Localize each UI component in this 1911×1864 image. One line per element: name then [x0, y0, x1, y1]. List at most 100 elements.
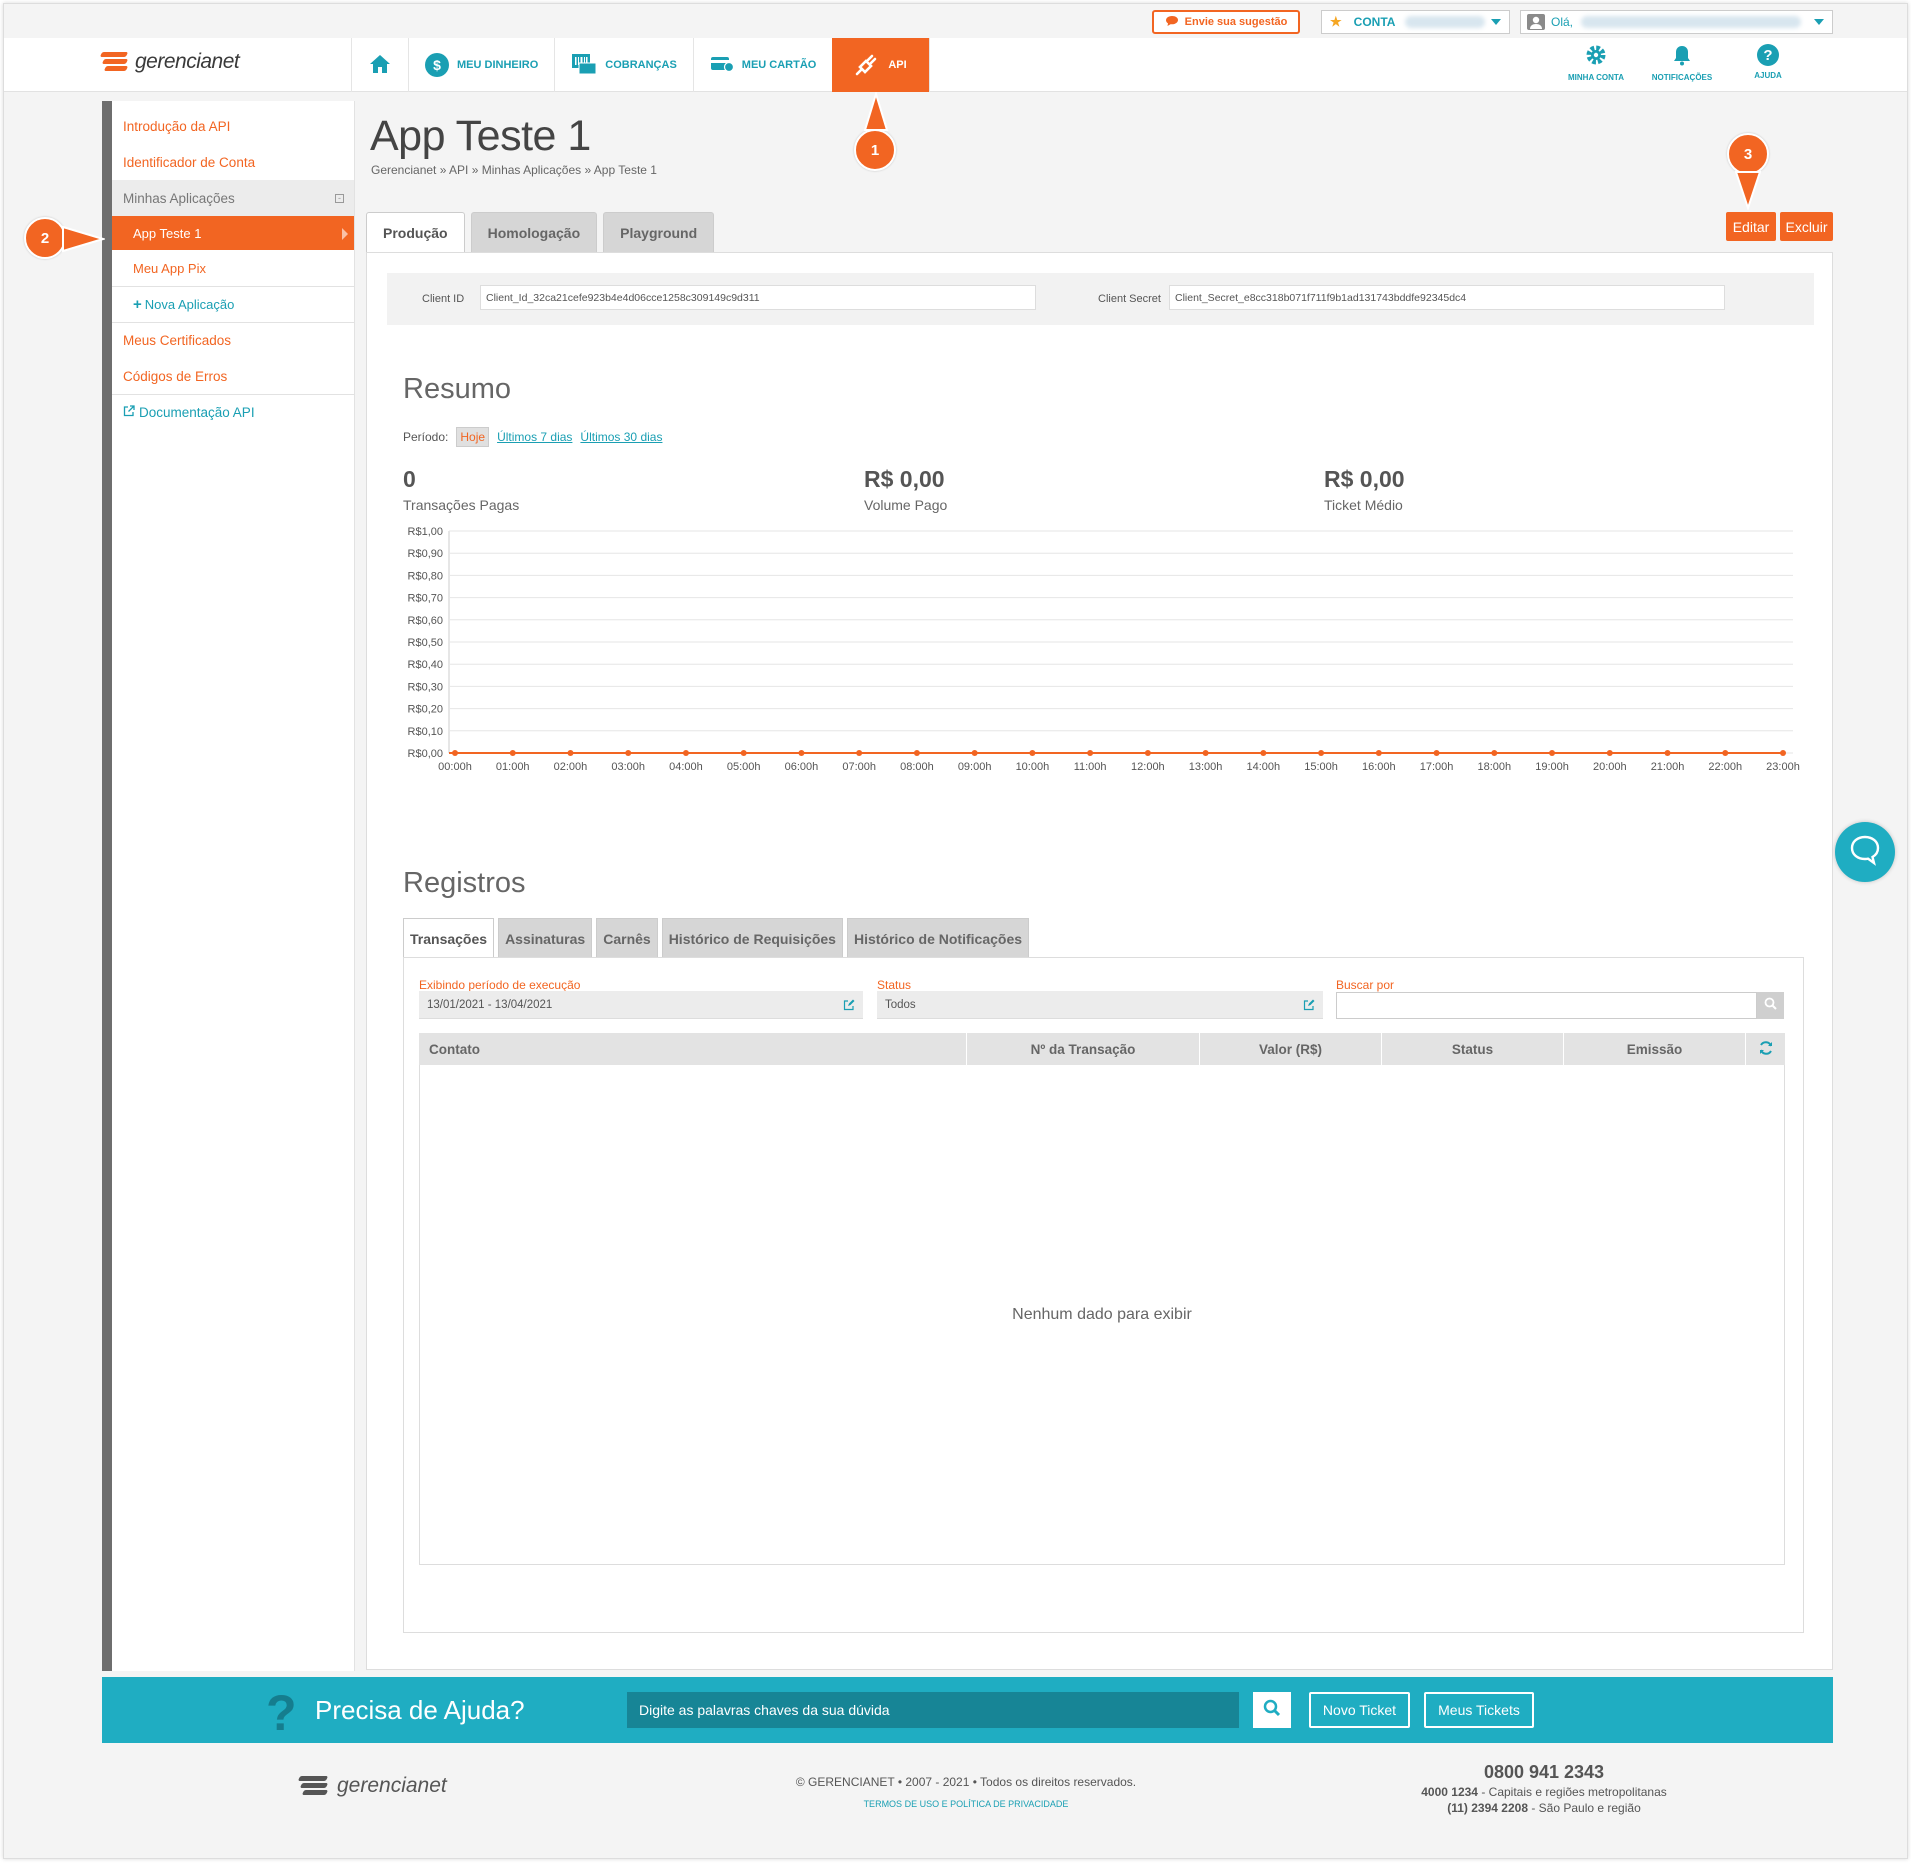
delete-button[interactable]: Excluir — [1780, 212, 1833, 241]
nav-notificacoes[interactable]: NOTIFICAÇÕES — [1652, 44, 1712, 82]
copyright: © GERENCIANET • 2007 - 2021 • Todos os d… — [795, 1775, 1137, 1789]
column-numero-transacao[interactable]: Nº da Transação — [967, 1033, 1200, 1065]
data-point — [1722, 750, 1729, 756]
sidebar-item-identificador[interactable]: Identificador de Conta — [112, 144, 354, 180]
gerencianet-logo[interactable]: gerencianet — [99, 50, 240, 74]
x-tick-label: 17:00h — [1420, 761, 1454, 773]
greeting-label: Olá, — [1551, 15, 1574, 29]
nav-minha-conta[interactable]: MINHA CONTA — [1567, 44, 1625, 82]
step-marker-1: 1 — [854, 129, 896, 171]
logo-mark-icon — [297, 1774, 331, 1798]
chevron-down-icon — [1491, 19, 1501, 25]
my-tickets-button[interactable]: Meus Tickets — [1424, 1692, 1534, 1728]
nav-api[interactable]: API — [832, 38, 930, 92]
sidebar-group-minhas-aplicacoes[interactable]: Minhas Aplicações - — [112, 180, 354, 216]
y-tick-label: R$0,90 — [408, 548, 443, 560]
sidebar-accent — [102, 101, 112, 1671]
chat-icon — [1165, 15, 1179, 30]
x-tick-label: 13:00h — [1189, 761, 1223, 773]
data-point — [856, 750, 863, 756]
suggestion-button[interactable]: Envie sua sugestão — [1152, 10, 1300, 34]
search-button[interactable] — [1757, 992, 1784, 1019]
period-filter-value: 13/01/2021 - 13/04/2021 — [427, 998, 553, 1011]
period-filter-field[interactable]: 13/01/2021 - 13/04/2021 — [419, 991, 863, 1019]
user-menu[interactable]: Olá, — [1520, 10, 1833, 34]
account-label: CONTA — [1353, 15, 1396, 29]
sidebar-item-label: Códigos de Erros — [123, 368, 228, 384]
nav-meu-cartao[interactable]: MEU CARTÃO — [692, 38, 833, 92]
client-id-field[interactable]: Client_Id_32ca21cefe923b4e4d06cce1258c30… — [480, 285, 1036, 310]
y-tick-label: R$0,70 — [408, 593, 443, 605]
column-status[interactable]: Status — [1382, 1033, 1564, 1065]
data-point — [1260, 750, 1267, 756]
chat-widget-button[interactable] — [1835, 822, 1895, 882]
right-nav: MINHA CONTA NOTIFICAÇÕES ? AJUDA — [1567, 44, 1797, 82]
period-label: Período: — [403, 430, 449, 444]
account-name-redacted — [1405, 16, 1486, 28]
period-filter-label: Exibindo período de execução — [419, 978, 581, 992]
sidebar-item-introducao[interactable]: Introdução da API — [112, 108, 354, 144]
sidebar-item-meu-app-pix[interactable]: Meu App Pix — [112, 250, 354, 286]
help-search-input[interactable]: Digite as palavras chaves da sua dúvida — [627, 1692, 1239, 1728]
account-select[interactable]: ★ CONTA — [1321, 10, 1510, 34]
transactions-table-body: Nenhum dado para exibir — [419, 1065, 1785, 1565]
x-tick-label: 19:00h — [1535, 761, 1569, 773]
x-tick-label: 18:00h — [1477, 761, 1511, 773]
nav-label: AJUDA — [1754, 71, 1782, 80]
tab-producao[interactable]: Produção — [366, 212, 465, 253]
logo-text: gerencianet — [135, 50, 240, 73]
sidebar-item-app-teste-1[interactable]: App Teste 1 — [112, 216, 354, 250]
tab-assinaturas[interactable]: Assinaturas — [498, 918, 593, 958]
external-link-icon — [123, 405, 135, 420]
help-icon: ? — [1757, 44, 1779, 66]
help-search-button[interactable] — [1253, 1692, 1291, 1728]
sidebar-item-certificados[interactable]: Meus Certificados — [112, 322, 354, 358]
page-title: App Teste 1 — [370, 112, 591, 160]
nav-meu-dinheiro[interactable]: $ MEU DINHEIRO — [408, 38, 554, 92]
refresh-button[interactable] — [1746, 1033, 1785, 1065]
x-tick-label: 08:00h — [900, 761, 934, 773]
production-panel: Client ID Client_Id_32ca21cefe923b4e4d06… — [366, 252, 1833, 1670]
tab-historico-notificacoes[interactable]: Histórico de Notificações — [846, 918, 1030, 958]
sidebar-item-nova-aplicacao[interactable]: + Nova Aplicação — [112, 286, 354, 322]
tab-carnes[interactable]: Carnês — [596, 918, 658, 958]
edit-icon[interactable] — [1303, 999, 1315, 1014]
plug-icon — [854, 51, 880, 80]
data-point — [1202, 750, 1209, 756]
y-tick-label: R$0,30 — [408, 681, 443, 693]
terms-link[interactable]: TERMOS DE USO E POLÍTICA DE PRIVACIDADE — [701, 1799, 1231, 1809]
search-input[interactable] — [1336, 992, 1757, 1019]
edit-icon[interactable] — [843, 999, 855, 1014]
period-7-days[interactable]: Últimos 7 dias — [497, 430, 572, 444]
x-tick-label: 04:00h — [669, 761, 703, 773]
collapse-icon[interactable]: - — [335, 193, 344, 203]
column-contato[interactable]: Contato — [419, 1033, 967, 1065]
period-today[interactable]: Hoje — [456, 427, 490, 447]
phone-main: 0800 941 2343 — [1483, 1762, 1605, 1782]
status-filter-field[interactable]: Todos — [877, 991, 1323, 1019]
bell-icon — [1671, 44, 1693, 68]
nav-ajuda[interactable]: ? AJUDA — [1739, 44, 1797, 82]
footer-logo[interactable]: gerencianet — [297, 1774, 447, 1798]
tab-historico-requisicoes[interactable]: Histórico de Requisições — [661, 918, 843, 958]
tab-playground[interactable]: Playground — [603, 212, 715, 252]
nav-cobrancas[interactable]: COBRANÇAS — [554, 38, 693, 92]
sidebar-item-documentacao[interactable]: Documentação API — [112, 394, 354, 430]
tab-homologacao[interactable]: Homologação — [470, 212, 598, 252]
nav-label: MINHA CONTA — [1568, 73, 1624, 82]
column-emissao[interactable]: Emissão — [1564, 1033, 1746, 1065]
tab-transacoes[interactable]: Transações — [403, 918, 495, 959]
edit-button[interactable]: Editar — [1726, 212, 1776, 241]
new-ticket-button[interactable]: Novo Ticket — [1309, 1692, 1410, 1728]
question-icon: ? — [266, 1685, 297, 1741]
breadcrumb[interactable]: Gerencianet » API » Minhas Aplicações » … — [371, 163, 657, 177]
period-30-days[interactable]: Últimos 30 dias — [580, 430, 662, 444]
refresh-icon — [1758, 1040, 1774, 1059]
x-tick-label: 00:00h — [438, 761, 472, 773]
user-name-redacted — [1581, 16, 1802, 28]
nav-home[interactable] — [351, 38, 408, 92]
column-valor[interactable]: Valor (R$) — [1200, 1033, 1382, 1065]
sidebar-item-codigos-erros[interactable]: Códigos de Erros — [112, 358, 354, 394]
client-secret-field[interactable]: Client_Secret_e8cc318b071f711f9b1ad13174… — [1169, 285, 1725, 310]
data-point — [913, 750, 920, 756]
